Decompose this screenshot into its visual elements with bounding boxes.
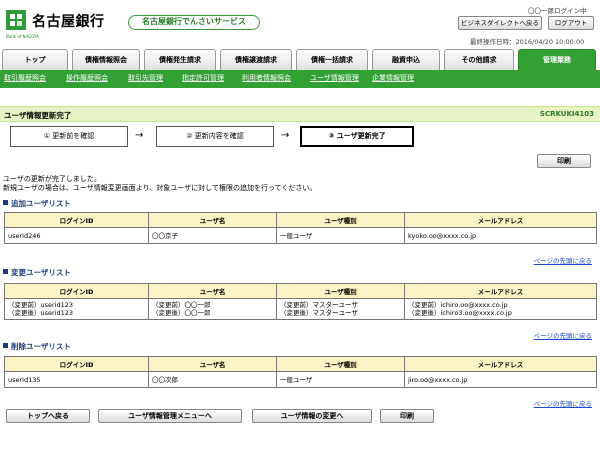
section-bullet-icon — [3, 200, 8, 205]
subnav-operation-history[interactable]: 操作履歴照会 — [66, 73, 108, 83]
column-header-email: メールアドレス — [404, 212, 597, 228]
cell-email: jiro.oo@xxxx.co.jp — [404, 371, 597, 388]
column-header-login-id: ログインID — [4, 283, 149, 299]
bank-logo-icon — [6, 10, 26, 30]
tab-top[interactable]: トップ — [2, 49, 68, 70]
print-button[interactable]: 印刷 — [537, 154, 591, 168]
added-users-table: ログインID ユーザ名 ユーザ種別 メールアドレス userid246 〇〇京子… — [4, 212, 597, 244]
tab-loan-application[interactable]: 融資申込 — [372, 49, 440, 70]
added-users-title: 追加ユーザリスト — [3, 198, 71, 209]
column-header-user-type: ユーザ種別 — [276, 212, 405, 228]
last-operation-time: 最終操作日時：2016/04/20 10:00:00 — [470, 38, 585, 46]
bank-sub-name: Bank of NAGOYA — [6, 34, 40, 39]
cell-user-type: 一般ユーザ — [276, 371, 405, 388]
sub-navigation: 取引履歴照会 操作履歴照会 取引先管理 指定許可管理 利用者情報照会 ユーザ情報… — [0, 70, 600, 88]
cell-user-name: 〇〇京子 — [148, 227, 277, 244]
instruction-message: 新規ユーザの場合は、ユーザ情報変更画面より、対象ユーザに対して権限の追加を行って… — [3, 184, 317, 192]
deleted-users-title: 削除ユーザリスト — [3, 341, 71, 352]
column-header-user-name: ユーザ名 — [148, 212, 277, 228]
cell-email: （変更前）ichiro.oo@xxxx.co.jp （変更後）ichiro3.oo… — [404, 298, 597, 320]
tab-claim-issue[interactable]: 債権発生請求 — [144, 49, 216, 70]
section-bullet-icon — [3, 269, 8, 274]
cell-email: kyoko.oo@xxxx.co.jp — [404, 227, 597, 244]
subnav-company-info-management[interactable]: 企業情報管理 — [372, 73, 414, 83]
subnav-user-info-management[interactable]: ユーザ情報管理 — [310, 73, 359, 83]
column-header-email: メールアドレス — [404, 283, 597, 299]
cell-user-type: （変更前）マスターユーザ （変更後）マスターユーザ — [276, 298, 405, 320]
subnav-user-info-inquiry[interactable]: 利用者情報照会 — [242, 73, 291, 83]
main-tabs: トップ 債権情報照会 債権発生請求 債権譲渡請求 債権一括請求 融資申込 その他… — [2, 49, 598, 70]
user-info-change-button[interactable]: ユーザ情報の変更へ — [252, 409, 372, 423]
cell-user-name: （変更前）〇〇一郎 （変更後）〇〇一郎 — [148, 298, 277, 320]
changed-users-title: 変更ユーザリスト — [3, 267, 71, 278]
footer-print-button[interactable]: 印刷 — [380, 409, 434, 423]
cell-user-type: 一般ユーザ — [276, 227, 405, 244]
column-header-user-type: ユーザ種別 — [276, 283, 405, 299]
column-header-email: メールアドレス — [404, 356, 597, 372]
table-row: userid246 〇〇京子 一般ユーザ kyoko.oo@xxxx.co.jp — [4, 227, 597, 244]
bizdirect-return-button[interactable]: ビジネスダイレクトへ戻る — [458, 16, 542, 30]
bank-logo: 名古屋銀行 Bank of NAGOYA — [4, 8, 114, 39]
logout-button[interactable]: ログアウト — [548, 16, 594, 30]
page-top-link[interactable]: ページの先頭に戻る — [534, 398, 592, 408]
column-header-login-id: ログインID — [4, 356, 149, 372]
step-update-complete: ③ ユーザ更新完了 — [300, 126, 414, 147]
service-title: 名古屋銀行でんさいサービス — [128, 15, 260, 30]
column-header-user-name: ユーザ名 — [148, 283, 277, 299]
user-management-menu-button[interactable]: ユーザ情報管理メニューへ — [98, 409, 242, 423]
column-header-user-type: ユーザ種別 — [276, 356, 405, 372]
table-row: userid135 〇〇次郎 一般ユーザ jiro.oo@xxxx.co.jp — [4, 371, 597, 388]
column-header-user-name: ユーザ名 — [148, 356, 277, 372]
step-arrow-icon: → — [135, 130, 144, 141]
table-header-row: ログインID ユーザ名 ユーザ種別 メールアドレス — [4, 283, 597, 299]
section-bullet-icon — [3, 343, 8, 348]
page-top-link[interactable]: ページの先頭に戻る — [534, 330, 592, 340]
deleted-users-table: ログインID ユーザ名 ユーザ種別 メールアドレス userid135 〇〇次郎… — [4, 356, 597, 388]
table-row: （変更前）userid123 （変更後）userid123 （変更前）〇〇一郎 （変… — [4, 298, 597, 320]
screen-id: SCRKUKI4103 — [539, 110, 594, 118]
back-to-top-button[interactable]: トップへ戻る — [6, 409, 90, 423]
column-header-login-id: ログインID — [4, 212, 149, 228]
cell-login-id: （変更前）userid123 （変更後）userid123 — [4, 298, 149, 320]
cell-user-name: 〇〇次郎 — [148, 371, 277, 388]
subnav-partner-management[interactable]: 取引先管理 — [128, 73, 163, 83]
tab-claim-inquiry[interactable]: 債権情報照会 — [72, 49, 140, 70]
tab-claim-transfer[interactable]: 債権譲渡請求 — [220, 49, 292, 70]
subnav-transaction-history[interactable]: 取引履歴照会 — [4, 73, 46, 83]
bank-name: 名古屋銀行 — [32, 14, 105, 30]
step-arrow-icon: → — [281, 130, 290, 141]
login-status: 〇〇一郎ログイン中 — [528, 7, 587, 15]
step-confirm-before: ① 更新前を確認 — [10, 126, 128, 147]
cell-login-id: userid135 — [4, 371, 149, 388]
table-header-row: ログインID ユーザ名 ユーザ種別 メールアドレス — [4, 356, 597, 372]
changed-users-table: ログインID ユーザ名 ユーザ種別 メールアドレス （変更前）userid123… — [4, 283, 597, 320]
page-title: ユーザ情報更新完了 — [4, 111, 72, 120]
page-title-bar: ユーザ情報更新完了 SCRKUKI4103 — [0, 106, 600, 122]
tab-claim-bulk[interactable]: 債権一括請求 — [296, 49, 368, 70]
cell-login-id: userid246 — [4, 227, 149, 244]
step-confirm-changes: ② 更新内容を確認 — [156, 126, 274, 147]
table-header-row: ログインID ユーザ名 ユーザ種別 メールアドレス — [4, 212, 597, 228]
subnav-permission-management[interactable]: 指定許可管理 — [182, 73, 224, 83]
page-top-link[interactable]: ページの先頭に戻る — [534, 255, 592, 265]
tab-management[interactable]: 管理業務 — [518, 49, 596, 70]
tab-other-requests[interactable]: その他請求 — [444, 49, 514, 70]
